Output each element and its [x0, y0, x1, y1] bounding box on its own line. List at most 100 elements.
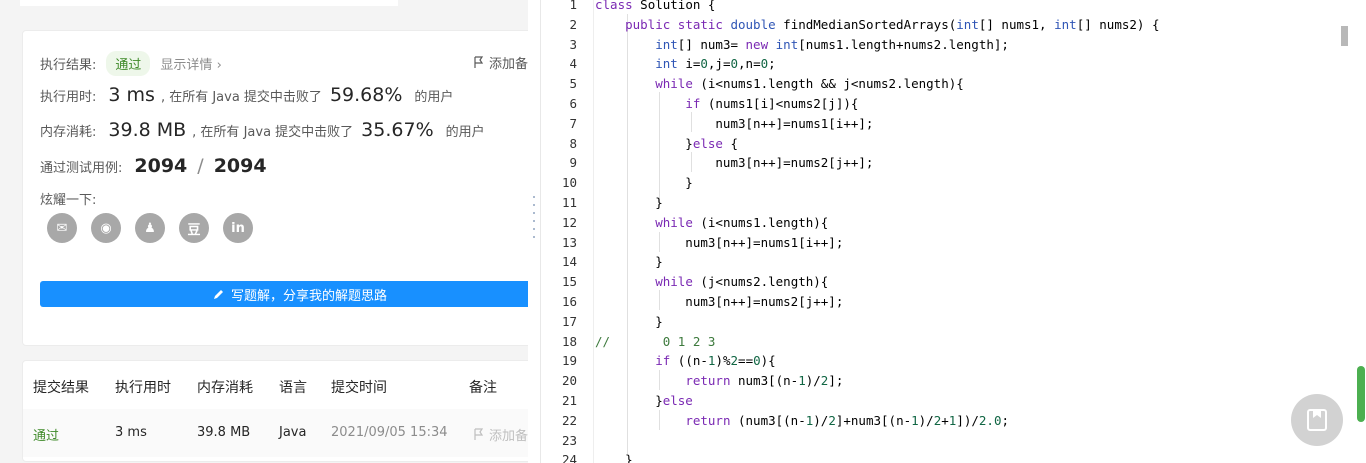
panel-splitter[interactable] [528, 0, 540, 463]
code-line[interactable]: 22 return (num3[(n-1)/2]+num3[(n-1)/2+1]… [541, 411, 1341, 431]
code-line[interactable]: 2 public static double findMedianSortedA… [541, 15, 1341, 35]
weibo-icon[interactable]: ◉ [91, 213, 121, 243]
code-line[interactable]: 4 int i=0,j=0,n=0; [541, 54, 1341, 74]
line-number: 22 [561, 412, 577, 428]
show-details-link[interactable]: 显示详情 › [160, 54, 221, 73]
result-card: 执行结果: 通过 显示详情 › 添加备 执行用时: 3 ms , 在所有 Jav… [22, 30, 528, 346]
code-text[interactable]: } [595, 193, 663, 213]
line-number: 10 [561, 175, 577, 191]
code-line[interactable]: 23 [541, 431, 1341, 451]
code-line[interactable]: 9 num3[n++]=nums2[j++]; [541, 153, 1341, 173]
line-number: 8 [569, 135, 577, 151]
code-text[interactable]: while (i<nums1.length && j<nums2.length)… [595, 74, 964, 94]
chevron-right-icon[interactable]: › [217, 58, 222, 73]
line-number: 18 [561, 333, 577, 349]
add-note-button[interactable]: 添加备 [473, 53, 528, 72]
flag-icon[interactable] [473, 428, 485, 441]
code-text[interactable]: }else [595, 391, 693, 411]
editor-scrollbar-thumb[interactable] [1341, 26, 1348, 46]
runtime-percent: 59.68 [329, 84, 385, 106]
row-status[interactable]: 通过 [33, 425, 59, 444]
code-text[interactable]: num3[n++]=nums1[i++]; [595, 114, 873, 134]
row-add-note[interactable]: 添加备 [473, 425, 528, 444]
add-note-label[interactable]: 添加备 [489, 53, 528, 72]
code-line[interactable]: 3 int[] num3= new int[nums1.length+nums2… [541, 35, 1341, 55]
code-text[interactable]: num3[n++]=nums1[i++]; [595, 233, 843, 253]
code-line[interactable]: 13 num3[n++]=nums1[i++]; [541, 233, 1341, 253]
code-line[interactable]: 16 num3[n++]=nums2[j++]; [541, 292, 1341, 312]
code-text[interactable]: while (i<nums1.length){ [595, 213, 828, 233]
splitter-dot [533, 236, 535, 238]
save-icon[interactable] [1306, 408, 1328, 432]
show-details-text[interactable]: 显示详情 [160, 58, 212, 73]
code-line[interactable]: 19 if ((n-1)%2==0){ [541, 351, 1341, 371]
code-text[interactable]: } [595, 173, 693, 193]
header-memory: 内存消耗 [197, 380, 253, 396]
code-text[interactable]: int i=0,j=0,n=0; [595, 54, 775, 74]
code-line[interactable]: 12 while (i<nums1.length){ [541, 213, 1341, 233]
header-runtime: 执行用时 [115, 380, 171, 396]
code-text[interactable]: }else { [595, 134, 738, 154]
code-line[interactable]: 24 } [541, 450, 1341, 463]
write-solution-button[interactable]: 写题解，分享我的解题思路 [40, 281, 528, 307]
code-text[interactable]: if ((n-1)%2==0){ [595, 351, 775, 371]
code-text[interactable]: return num3[(n-1)/2]; [595, 371, 843, 391]
code-line[interactable]: 8 }else { [541, 134, 1341, 154]
write-solution-label[interactable]: 写题解，分享我的解题思路 [231, 285, 387, 304]
code-line[interactable]: 21 }else [541, 391, 1341, 411]
linkedin-icon[interactable]: in [223, 213, 253, 243]
line-number: 4 [569, 56, 577, 72]
memory-label: 内存消耗: [40, 124, 97, 140]
code-text[interactable]: while (j<nums2.length){ [595, 272, 828, 292]
testcases-passed: 2094 [134, 155, 188, 177]
code-text[interactable]: } [595, 312, 663, 332]
share-icons: ✉ ◉ ♟ 豆 in [47, 213, 253, 243]
code-line[interactable]: 6 if (nums1[i]<nums2[j]){ [541, 94, 1341, 114]
code-line[interactable]: 10 } [541, 173, 1341, 193]
code-line[interactable]: 5 while (i<nums1.length && j<nums2.lengt… [541, 74, 1341, 94]
row-add-note-label[interactable]: 添加备 [489, 425, 528, 444]
line-number: 15 [561, 274, 577, 290]
splitter-dot [533, 212, 535, 214]
code-text[interactable]: public static double findMedianSortedArr… [595, 15, 1159, 35]
code-text[interactable]: return (num3[(n-1)/2]+num3[(n-1)/2+1])/2… [595, 411, 1009, 431]
code-text[interactable]: // 0 1 2 3 [595, 332, 715, 352]
code-text[interactable]: } [595, 252, 663, 272]
wechat-icon[interactable]: ✉ [47, 213, 77, 243]
code-text[interactable]: num3[n++]=nums2[j++]; [595, 292, 843, 312]
line-number: 24 [561, 452, 577, 463]
code-text[interactable]: } [595, 450, 633, 463]
line-number: 6 [569, 96, 577, 111]
save-code-button[interactable] [1291, 394, 1343, 446]
splitter-dot [533, 196, 535, 198]
code-line[interactable]: 7 num3[n++]=nums1[i++]; [541, 114, 1341, 134]
code-text[interactable]: class Solution { [595, 0, 715, 15]
line-number: 17 [561, 313, 577, 329]
testcases-total: 2094 [213, 155, 267, 177]
line-number: 12 [561, 214, 577, 230]
row-submit-time: 2021/09/05 15:34 [331, 425, 448, 440]
code-editor[interactable]: 1 class Solution {2 public static double … [540, 0, 1366, 463]
code-text[interactable]: if (nums1[i]<nums2[j]){ [595, 94, 858, 114]
code-line[interactable]: 17 } [541, 312, 1341, 332]
code-line[interactable]: 20 return num3[(n-1)/2]; [541, 371, 1341, 391]
douban-icon[interactable]: 豆 [179, 213, 209, 243]
code-line[interactable]: 14 } [541, 252, 1341, 272]
row-memory: 39.8 MB [197, 425, 251, 440]
line-number: 11 [561, 195, 577, 210]
table-row[interactable] [23, 409, 528, 457]
code-line[interactable]: 15 while (j<nums2.length){ [541, 272, 1341, 292]
code-line[interactable]: 11 } [541, 193, 1341, 213]
line-number: 20 [561, 373, 577, 389]
code-text[interactable]: int[] num3= new int[nums1.length+nums2.l… [595, 35, 1009, 55]
runtime-users-text: 的用户 [414, 89, 454, 105]
line-number: 21 [561, 393, 577, 408]
qq-icon[interactable]: ♟ [135, 213, 165, 243]
memory-percent: 35.67 [361, 119, 416, 141]
code-text[interactable]: num3[n++]=nums2[j++]; [595, 153, 873, 173]
flag-icon[interactable] [473, 56, 485, 69]
code-line[interactable]: 18 // 0 1 2 3 [541, 332, 1341, 352]
runtime-label: 执行用时: [40, 89, 97, 105]
code-line[interactable]: 1 class Solution { [541, 0, 1341, 15]
row-language: Java [279, 425, 307, 440]
